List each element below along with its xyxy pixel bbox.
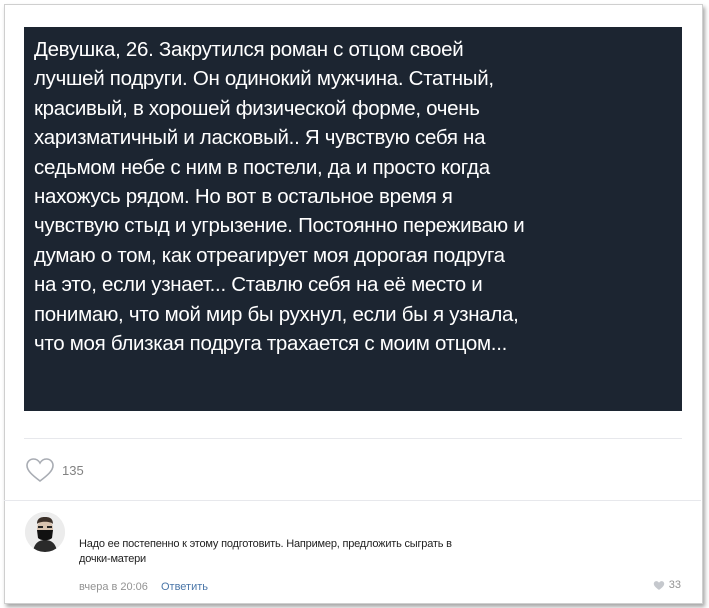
post-text-line: харизматичный и ласковый.. Я чувствую се… <box>34 126 486 150</box>
post-text-line: седьмом небе с ним в постели, да и прост… <box>34 155 490 179</box>
post-text-line: понимаю, что мой мир бы рухнул, если бы … <box>34 302 519 326</box>
post-like-count: 135 <box>62 462 84 478</box>
post-text-line: думаю о том, как отреагирует моя дорогая… <box>34 243 505 267</box>
post-text: Девушка, 26. Закрутился роман с отцом св… <box>34 35 674 358</box>
post-text-line: красивый, в хорошей физической форме, оч… <box>34 96 480 120</box>
comment-timestamp[interactable]: вчера в 20:06 <box>79 581 148 593</box>
comment-text: Надо ее постепенно к этому подготовить. … <box>79 537 689 567</box>
avatar-masked-man-icon <box>25 512 65 552</box>
post-image-card: Девушка, 26. Закрутился роман с отцом св… <box>24 27 682 411</box>
post-text-line: на это, если узнает... Ставлю себя на её… <box>34 273 483 297</box>
post-text-line: лучшей подруги. Он одинокий мужчина. Ста… <box>34 67 494 91</box>
post-text-line: что моя близкая подруга трахается с моим… <box>34 332 507 356</box>
comment-like-count: 33 <box>668 579 681 591</box>
comment-meta: вчера в 20:06 Ответить <box>79 581 208 593</box>
comment-text-line: Надо ее постепенно к этому подготовить. … <box>79 538 452 550</box>
post-divider <box>24 438 682 439</box>
heart-outline-icon <box>26 458 54 483</box>
post-text-line: нахожусь рядом. Но вот в остальное время… <box>34 185 453 209</box>
comment-like-button[interactable]: 33 <box>653 579 681 591</box>
heart-filled-icon <box>653 580 664 590</box>
comment-avatar[interactable] <box>25 512 65 552</box>
comments-divider <box>4 500 701 501</box>
post-text-line: Девушка, 26. Закрутился роман с отцом св… <box>34 38 464 61</box>
post-text-line: чувствую стыд и угрызение. Постоянно пер… <box>34 214 525 238</box>
comment-text-line: дочки-матери <box>79 553 146 565</box>
reply-button[interactable]: Ответить <box>161 581 208 593</box>
post-like-button[interactable]: 135 <box>25 458 84 483</box>
